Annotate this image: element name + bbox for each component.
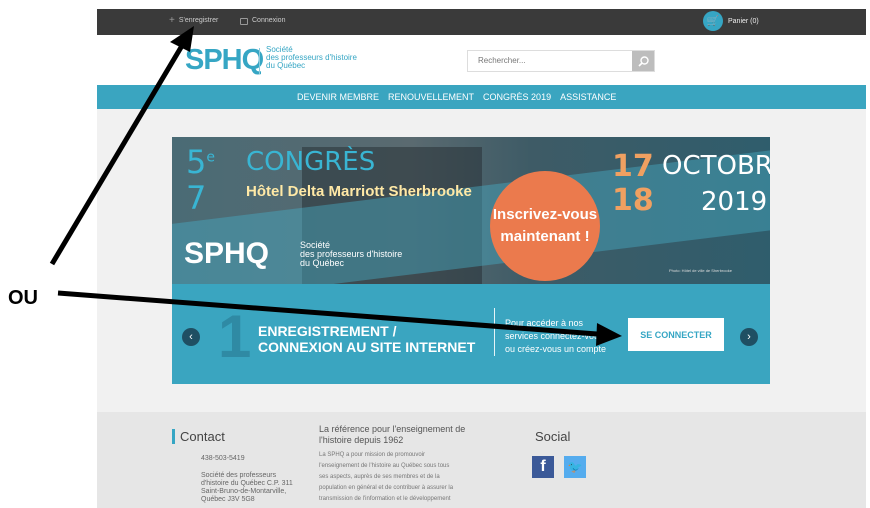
step-description: Pour accéder à nos services connectez-vo… <box>505 317 635 356</box>
login-link[interactable]: Connexion <box>240 17 286 25</box>
edition-number: 5e <box>186 143 215 181</box>
cart-link[interactable]: 🛒 Panier (0) <box>703 11 759 31</box>
step-title-line: CONNEXION AU SITE INTERNET <box>258 339 476 355</box>
nav-item-devenir-membre[interactable]: DEVENIR MEMBRE <box>297 92 379 102</box>
ou-label: OU <box>8 287 38 309</box>
facebook-icon[interactable]: f <box>532 456 554 478</box>
cta-line: Inscrivez-vous <box>492 206 598 223</box>
nav-item-assistance[interactable]: ASSISTANCE <box>560 92 616 102</box>
address-line: d'histoire du Québec C.P. 311 <box>201 480 293 487</box>
se-connecter-button[interactable]: SE CONNECTER <box>628 318 724 351</box>
hero-slider: 5e 7 CONGRÈS Hôtel Delta Marriott Sherbr… <box>172 137 770 384</box>
register-link[interactable]: + S'enregistrer <box>169 15 219 26</box>
lock-icon <box>240 18 248 25</box>
site-header: SPHQ Société des professeurs d'histoire … <box>97 35 866 85</box>
photo-credit: Photo: Hôtel de ville de Sherbrooke <box>669 268 732 273</box>
congress-day-2: 18 <box>612 183 654 218</box>
search-box <box>467 50 655 72</box>
contact-title: Contact <box>180 429 225 444</box>
reference-body: La SPHQ a pour mission de promouvoir l'e… <box>319 450 479 505</box>
slider-next-button[interactable]: › <box>740 328 758 346</box>
chevron-left-icon: ‹ <box>189 331 193 343</box>
slider-prev-button[interactable]: ‹ <box>182 328 200 346</box>
cart-label: Panier (0) <box>728 17 759 25</box>
register-label: S'enregistrer <box>178 17 219 24</box>
congress-venue: Hôtel Delta Marriott Sherbrooke <box>246 183 472 200</box>
site-footer: Contact 438-503-5419 Société des profess… <box>97 412 866 508</box>
contact-accent-bar <box>172 429 175 444</box>
address-line: Québec J3V 5G8 <box>201 496 255 503</box>
twitter-icon[interactable]: 🐦 <box>564 456 586 478</box>
website-screenshot: + S'enregistrer Connexion 🛒 Panier (0) S… <box>97 9 866 508</box>
reference-line: population en général et de contribuer à… <box>319 485 454 491</box>
logo-name: Société des professeurs d'histoire du Qu… <box>266 46 357 70</box>
reference-line: transmission de l'information et le déve… <box>319 496 451 502</box>
congress-year: 2019 <box>701 187 768 217</box>
search-icon <box>637 55 649 67</box>
contact-phone: 438-503-5419 <box>201 455 245 462</box>
login-step-panel: ‹ 1 ENREGISTREMENT / CONNEXION AU SITE I… <box>172 284 770 384</box>
congress-day-1: 17 <box>612 149 654 184</box>
reference-line: l'enseignement de l'histoire au Québec s… <box>319 463 450 469</box>
contact-address: Société des professeurs d'histoire du Qu… <box>201 472 311 504</box>
reference-line: ses aspects, auprès de ses membres et de… <box>319 474 440 480</box>
reference-title: La référence pour l'enseignement de l'hi… <box>319 424 466 445</box>
step-text-line: ou créez-vous un compte <box>505 344 607 354</box>
congress-month: OCTOBRE <box>662 151 770 181</box>
banner-logo-name: Société des professeurs d'histoire du Qu… <box>300 241 402 268</box>
cart-icon: 🛒 <box>703 11 723 31</box>
address-line: Société des professeurs <box>201 472 277 479</box>
chevron-right-icon: › <box>747 331 751 343</box>
cta-line: maintenant ! <box>500 228 590 245</box>
nav-item-congres[interactable]: CONGRÈS 2019 <box>483 92 551 102</box>
search-button[interactable] <box>632 51 654 71</box>
plus-icon: + <box>169 15 175 26</box>
top-bar: + S'enregistrer Connexion 🛒 Panier (0) <box>97 9 866 35</box>
step-title: ENREGISTREMENT / CONNEXION AU SITE INTER… <box>258 323 475 355</box>
login-label: Connexion <box>252 17 286 24</box>
step-text-line: Pour accéder à nos <box>505 318 584 328</box>
edition-next: 7 <box>186 179 207 217</box>
step-title-line: ENREGISTREMENT / <box>258 323 397 339</box>
site-logo[interactable]: SPHQ <box>185 44 264 77</box>
banner-logo: SPHQ <box>184 237 270 270</box>
step-text-line: services connectez-vous <box>505 331 604 341</box>
logo-separator <box>259 48 260 74</box>
nav-item-renouvellement[interactable]: RENOUVELLEMENT <box>388 92 474 102</box>
reference-line: La SPHQ a pour mission de promouvoir <box>319 452 426 458</box>
logo-name-line: du Québec <box>266 61 306 70</box>
search-input[interactable] <box>468 51 630 69</box>
address-line: Saint-Bruno-de-Montarville, <box>201 488 287 495</box>
banner-logo-line: du Québec <box>300 258 345 268</box>
main-nav: DEVENIR MEMBRE RENOUVELLEMENT CONGRÈS 20… <box>97 85 866 109</box>
step-divider <box>494 308 495 356</box>
congress-banner[interactable]: 5e 7 CONGRÈS Hôtel Delta Marriott Sherbr… <box>172 137 770 284</box>
step-number: 1 <box>218 303 252 370</box>
register-now-badge[interactable]: Inscrivez-vous maintenant ! <box>490 171 600 281</box>
social-title: Social <box>535 429 571 444</box>
congress-title: CONGRÈS <box>246 147 376 177</box>
